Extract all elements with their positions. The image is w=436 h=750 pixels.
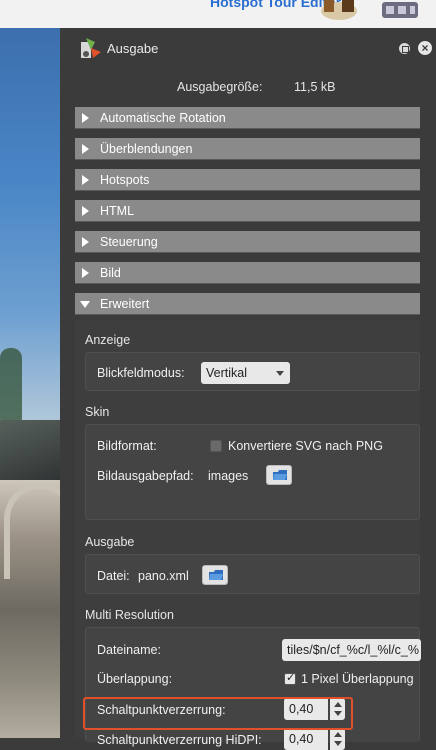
triangle-right-icon <box>82 268 89 278</box>
convert-svg-checkbox[interactable] <box>210 440 222 452</box>
panorama-arch <box>4 483 60 579</box>
chevron-down-icon <box>276 371 284 376</box>
section-label: Automatische Rotation <box>100 111 226 125</box>
image-output-path-label: Bildausgabepfad: <box>97 469 194 483</box>
section-bild[interactable]: Bild <box>75 262 420 284</box>
filename-label: Dateiname: <box>97 643 161 657</box>
convert-svg-label: Konvertiere SVG nach PNG <box>228 439 383 453</box>
folder-icon <box>209 570 223 580</box>
panorama-roof <box>0 420 60 480</box>
overlap-checkbox-label: 1 Pixel Überlappung <box>301 672 414 686</box>
group-anzeige: Blickfeldmodus: Vertikal <box>85 352 420 391</box>
section-steuerung[interactable]: Steuerung <box>75 231 420 253</box>
group-title-skin: Skin <box>85 405 110 419</box>
overlap-checkbox[interactable] <box>284 671 296 685</box>
hotspot-distortion-hidpi-stepper[interactable]: 0,40 <box>284 728 345 750</box>
toolbar-graphic-icon[interactable] <box>318 0 360 22</box>
section-label: HTML <box>100 204 135 218</box>
filename-input[interactable]: tiles/$n/cf_%c/l_%l/c_% <box>282 639 421 661</box>
section-html[interactable]: HTML <box>75 200 420 222</box>
panorama-tree <box>0 348 22 428</box>
highlight-annotation <box>83 697 353 730</box>
section-erweitert[interactable]: Erweitert <box>75 293 420 315</box>
section-automatische-rotation[interactable]: Automatische Rotation <box>75 107 420 129</box>
image-output-path-value: images <box>208 469 249 483</box>
triangle-right-icon <box>82 113 89 123</box>
section-label: Bild <box>100 266 121 280</box>
output-size-row: Ausgabegröße: 11,5 kB <box>60 80 436 96</box>
hotspot-distortion-hidpi-value: 0,40 <box>289 732 314 746</box>
output-panel: Ausgabe × Ausgabegröße: 11,5 kB Automati… <box>60 28 436 750</box>
group-skin: Bildformat: Konvertiere SVG nach PNG Bil… <box>85 424 420 520</box>
stepper-down-icon[interactable] <box>334 741 342 746</box>
file-value: pano.xml <box>138 569 189 583</box>
close-icon[interactable]: × <box>418 41 432 55</box>
triangle-right-icon <box>82 144 89 154</box>
group-title-ausgabe: Ausgabe <box>85 535 135 549</box>
output-size-label: Ausgabegröße: <box>177 80 263 94</box>
fov-mode-label: Blickfeldmodus: <box>97 366 185 380</box>
group-title-anzeige: Anzeige <box>85 333 131 347</box>
section-label: Hotspots <box>100 173 150 187</box>
app-logo-icon <box>81 38 101 58</box>
filename-value: tiles/$n/cf_%c/l_%l/c_% <box>287 643 420 657</box>
section-hotspots[interactable]: Hotspots <box>75 169 420 191</box>
top-toolbar-strip: Hotspot Tour Editor <box>0 0 436 28</box>
panorama-preview-image <box>0 28 60 738</box>
hotspot-distortion-hidpi-input[interactable]: 0,40 <box>284 728 328 750</box>
group-ausgabe: Datei: pano.xml <box>85 554 420 594</box>
hotspot-distortion-hidpi-stepper-buttons[interactable] <box>330 728 345 750</box>
section-label: Steuerung <box>100 235 158 249</box>
restore-icon[interactable] <box>399 43 410 54</box>
output-size-value: 11,5 kB <box>294 80 336 94</box>
file-label: Datei: <box>97 569 130 583</box>
triangle-right-icon <box>82 175 89 185</box>
section-label: Überblendungen <box>100 142 193 156</box>
file-button[interactable] <box>202 565 228 585</box>
group-title-multi-resolution: Multi Resolution <box>85 608 174 622</box>
overlap-label: Überlappung: <box>97 672 173 686</box>
section-ueberblendungen[interactable]: Überblendungen <box>75 138 420 160</box>
folder-icon <box>273 470 287 480</box>
panel-title: Ausgabe <box>107 41 159 56</box>
image-format-label: Bildformat: <box>97 439 157 453</box>
section-label: Erweitert <box>100 297 150 311</box>
fov-mode-dropdown[interactable]: Vertikal <box>201 362 290 384</box>
triangle-right-icon <box>82 206 89 216</box>
erweitert-content: Anzeige Blickfeldmodus: Vertikal Skin Bi… <box>75 320 421 750</box>
triangle-right-icon <box>82 237 89 247</box>
panel-titlebar: Ausgabe × <box>60 28 436 70</box>
stepper-up-icon[interactable] <box>334 732 342 737</box>
triangle-down-icon <box>80 301 90 308</box>
image-output-path-button[interactable] <box>266 465 292 485</box>
hotspot-distortion-hidpi-label: Schaltpunktverzerrung HiDPI: <box>97 733 262 747</box>
fov-mode-value: Vertikal <box>206 366 247 380</box>
toolbar-film-icon[interactable] <box>378 0 422 22</box>
